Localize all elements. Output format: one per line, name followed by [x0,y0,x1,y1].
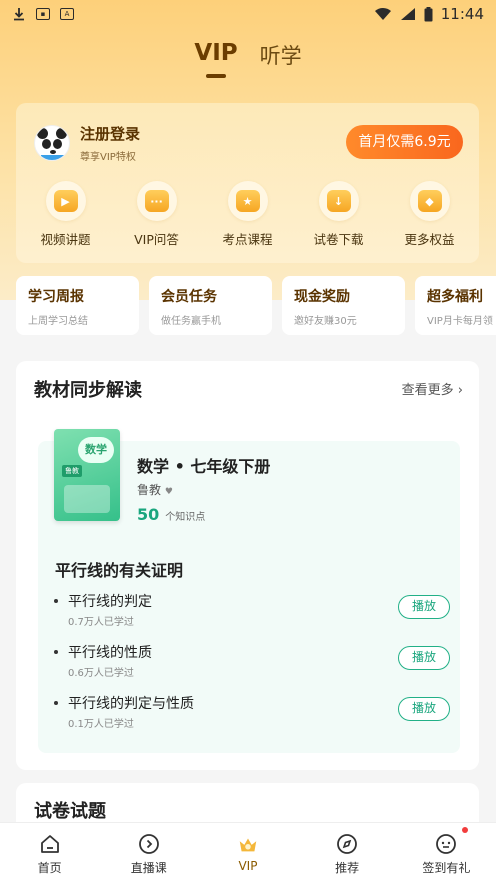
quick-card-subtitle: 邀好友赚30元 [294,316,357,327]
cover-badge: 数学 [78,437,114,463]
bullet [54,650,58,654]
lesson-name: 平行线的判定与性质 [68,696,194,712]
benefit-video[interactable]: ▶ 视频讲题 [23,181,109,248]
benefit-label: 更多权益 [404,232,455,247]
nav-label: 首页 [37,861,62,875]
benefit-vip-qa[interactable]: ··· VIP问答 [114,181,200,248]
nav-home[interactable]: 首页 [10,823,90,880]
knowledge-count-unit: 个知识点 [165,512,206,523]
first-month-button[interactable]: 首月仅需6.9元 [346,125,463,159]
vip-card: 注册登录 尊享VIP特权 首月仅需6.9元 ▶ 视频讲题 ··· VIP问答 ★… [16,103,479,263]
play-button[interactable]: 播放 [398,646,450,670]
knowledge-count-number: 50 [137,505,160,524]
section-title: 教材同步解读 [34,380,142,401]
tab-vip-label: VIP [194,40,238,66]
checkin-icon [435,833,457,855]
exam-section-title: 试卷试题 [34,801,106,822]
play-button[interactable]: 播放 [398,697,450,721]
login-title: 注册登录 [80,125,141,143]
status-time: 11:44 [440,5,484,23]
see-more-link[interactable]: 查看更多 › [402,379,463,398]
benefit-label: 考点课程 [222,232,273,247]
lesson-name: 平行线的性质 [68,645,152,661]
crown-icon [237,833,259,855]
bullet [54,599,58,603]
battery-icon [424,6,433,22]
tab-listen-label: 听学 [259,44,302,68]
login-entry[interactable]: 注册登录 尊享VIP特权 [34,123,140,163]
quick-card-title: 会员任务 [161,289,217,305]
chapter-title: 平行线的有关证明 [55,561,184,580]
benefits-row: ▶ 视频讲题 ··· VIP问答 ★ 考点课程 ↓ 试卷下载 ◆ 更多权益 [16,181,479,248]
tab-indicator [206,74,226,78]
app-badge-icon: ▪ [36,8,50,20]
benefit-courses[interactable]: ★ 考点课程 [205,181,291,248]
play-button[interactable]: 播放 [398,595,450,619]
notification-dot [462,827,469,833]
benefit-label: 视频讲题 [40,232,91,247]
download-icon: ↓ [326,190,351,212]
quick-card-cash-reward[interactable]: 现金奖励 邀好友赚30元 [282,276,405,335]
publisher-label: 鲁教 [137,483,162,497]
nav-label: 推荐 [335,861,360,875]
star-icon: ★ [235,190,260,212]
video-icon: ▶ [53,190,78,212]
nav-live[interactable]: 直播课 [109,823,189,880]
wifi-icon [374,7,392,21]
gift-icon: ◆ [417,190,442,212]
quick-cards-row: 学习周报 上周学习总结 会员任务 做任务赢手机 现金奖励 邀好友赚30元 超多福… [16,276,496,335]
tab-vip[interactable]: VIP [194,40,238,78]
quick-card-subtitle: 做任务赢手机 [161,316,221,327]
avatar [34,125,70,161]
knowledge-count: 50 个知识点 [137,505,205,524]
quick-card-subtitle: 上周学习总结 [28,316,88,327]
quick-card-title: 现金奖励 [294,289,350,305]
quick-card-member-tasks[interactable]: 会员任务 做任务赢手机 [149,276,272,335]
quick-card-title: 超多福利 [427,289,483,305]
lesson-name: 平行线的判定 [68,594,152,610]
status-bar: ▪ A 11:44 [0,0,496,28]
compass-icon [336,833,358,855]
quick-card-weekly-report[interactable]: 学习周报 上周学习总结 [16,276,139,335]
nav-checkin[interactable]: 签到有礼 [406,823,486,880]
book-cover[interactable]: 数学 鲁教 [54,429,120,521]
quick-card-title: 学习周报 [28,289,84,305]
chevron-right-icon: › [457,383,463,398]
see-more-label: 查看更多 [401,383,454,398]
live-icon [138,833,160,855]
lesson-learners: 0.1万人已学过 [68,719,134,730]
cover-illustration [64,485,110,513]
nav-vip[interactable]: VIP [208,823,288,880]
download-icon [12,7,26,21]
benefit-more[interactable]: ◆ 更多权益 [387,181,473,248]
heart-icon: ♥ [164,487,173,497]
nav-recommend[interactable]: 推荐 [307,823,387,880]
cover-tag: 鲁教 [62,465,82,477]
nav-label: 签到有礼 [422,861,471,875]
bullet [54,701,58,705]
tab-listen[interactable]: 听学 [260,40,302,70]
quick-card-more-welfare[interactable]: 超多福利 VIP月卡每月领 [415,276,496,335]
bottom-nav: 首页 直播课 VIP 推荐 签到有礼 [0,822,496,880]
quick-card-subtitle: VIP月卡每月领 [427,316,493,327]
lesson-item[interactable]: 平行线的判定与性质 0.1万人已学过 播放 [54,693,454,737]
nav-label: 直播课 [130,861,167,875]
home-icon [39,833,61,855]
lesson-item[interactable]: 平行线的性质 0.6万人已学过 播放 [54,642,454,686]
benefit-label: VIP问答 [134,232,179,247]
chat-icon: ··· [144,190,169,212]
lesson-learners: 0.7万人已学过 [68,617,134,628]
nav-label: VIP [238,859,258,873]
login-subtitle: 尊享VIP特权 [80,152,136,163]
book-name[interactable]: 数学 • 七年级下册 [137,453,270,477]
signal-icon [400,7,416,21]
lesson-learners: 0.6万人已学过 [68,668,134,679]
top-tabs: VIP 听学 [0,40,496,84]
benefit-label: 试卷下载 [313,232,364,247]
a-icon: A [60,8,74,20]
lesson-item[interactable]: 平行线的判定 0.7万人已学过 播放 [54,591,454,635]
benefit-paper-download[interactable]: ↓ 试卷下载 [296,181,382,248]
book-publisher[interactable]: 鲁教 ♥ [137,481,173,498]
